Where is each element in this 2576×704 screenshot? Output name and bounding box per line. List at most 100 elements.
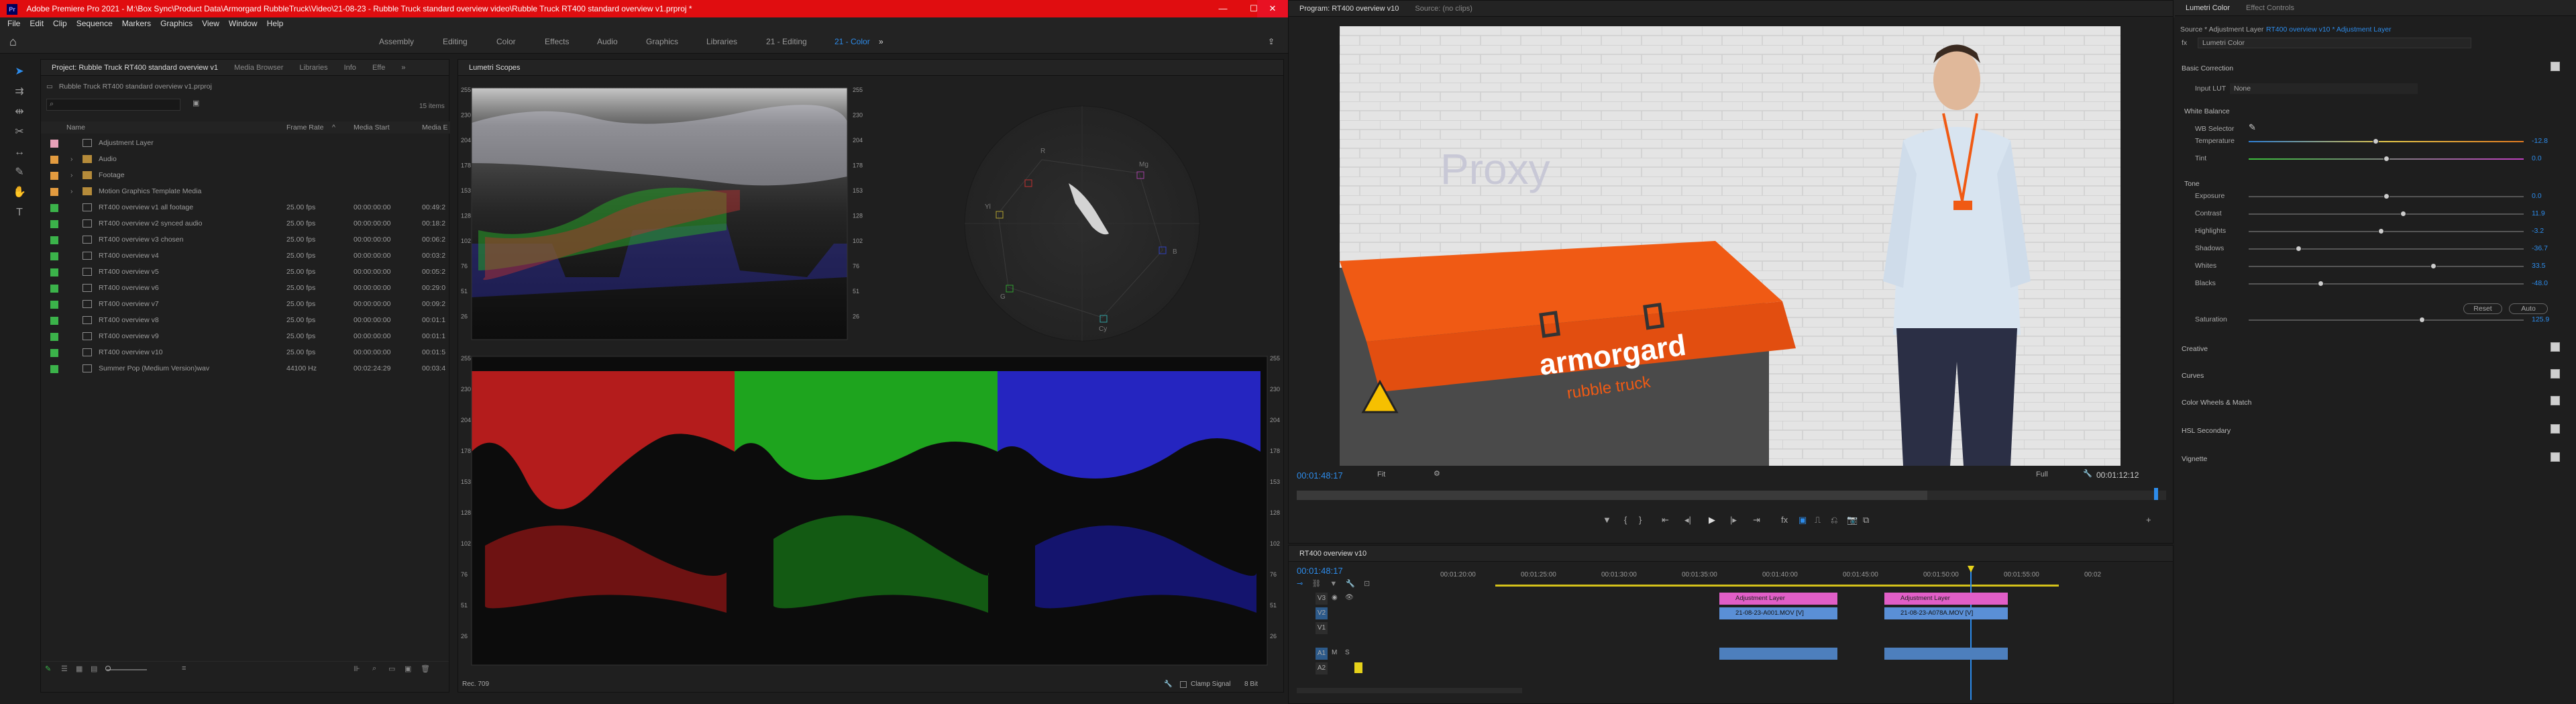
track-a1[interactable]: A1: [1316, 648, 1328, 660]
label-color-chip[interactable]: [50, 236, 58, 244]
settings-icon[interactable]: 🔧: [2083, 469, 2092, 478]
track-a2[interactable]: A2: [1316, 662, 1328, 674]
tabs-overflow[interactable]: »: [393, 60, 413, 75]
sort-icon[interactable]: ≡: [182, 664, 186, 672]
selection-tool-icon[interactable]: ➤: [9, 63, 30, 81]
column-media-end[interactable]: Media E: [422, 121, 448, 134]
tab-effects[interactable]: Effe: [364, 60, 393, 75]
menu-help[interactable]: Help: [262, 17, 288, 30]
minimize-button[interactable]: —: [1208, 0, 1238, 17]
section-vignette[interactable]: Vignette: [2182, 455, 2207, 463]
color-wheels-checkbox[interactable]: [2551, 396, 2560, 405]
linked-selection-icon[interactable]: ⛓: [1311, 580, 1321, 588]
project-search-input[interactable]: ⌕: [46, 99, 180, 111]
slider-value[interactable]: -12.8: [2532, 137, 2548, 145]
section-hsl-secondary[interactable]: HSL Secondary: [2182, 427, 2231, 435]
track-v3[interactable]: V3: [1316, 593, 1328, 605]
project-list-item[interactable]: RT400 overview v5 25.00 fps 00:00:00:00 00:…: [41, 264, 450, 280]
slider-track[interactable]: [2249, 228, 2524, 234]
slider-value[interactable]: -3.2: [2532, 227, 2544, 235]
tab-project[interactable]: Project: Rubble Truck RT400 standard ove…: [44, 60, 226, 75]
auto-button[interactable]: Auto: [2509, 303, 2548, 314]
toggle-output-icon[interactable]: ◉: [1332, 594, 1338, 601]
slider-track[interactable]: [2249, 156, 2524, 162]
creative-checkbox[interactable]: [2551, 342, 2560, 352]
workspace-21-editing[interactable]: 21 - Editing: [766, 37, 807, 46]
slider-value[interactable]: 0.0: [2532, 192, 2542, 200]
audio-clip-1[interactable]: [1719, 648, 1837, 660]
find-icon[interactable]: ⌕: [372, 664, 376, 673]
zoom-slider[interactable]: [107, 669, 147, 670]
list-view-icon[interactable]: ☰: [61, 664, 68, 673]
label-color-chip[interactable]: [50, 220, 58, 228]
trash-icon[interactable]: 🗑: [421, 664, 430, 673]
ripple-edit-tool-icon[interactable]: ⇹: [9, 103, 30, 121]
wrench-icon[interactable]: 🔧: [1164, 677, 1172, 692]
project-list-item[interactable]: RT400 overview v8 25.00 fps 00:00:00:00 00:…: [41, 312, 450, 328]
workspace-libraries[interactable]: Libraries: [706, 37, 737, 46]
slider-track[interactable]: [2249, 138, 2524, 144]
hsl-secondary-checkbox[interactable]: [2551, 424, 2560, 434]
timeline-settings-icon[interactable]: 🔧: [1346, 580, 1355, 588]
project-list-item[interactable]: › Audio: [41, 151, 450, 167]
expand-chevron-icon[interactable]: ›: [70, 151, 73, 167]
project-list-item[interactable]: Summer Pop (Medium Version)wav 44100 Hz 00…: [41, 360, 450, 376]
section-tone[interactable]: Tone: [2184, 180, 2200, 188]
play-icon[interactable]: ▶: [1709, 515, 1715, 525]
project-list-item[interactable]: RT400 overview v10 25.00 fps 00:00:00:00 00…: [41, 344, 450, 360]
slider-knob[interactable]: [2317, 281, 2324, 287]
slip-tool-icon[interactable]: ↔: [9, 144, 30, 161]
zoom-slider-knob[interactable]: [105, 666, 111, 671]
slider-track[interactable]: [2249, 246, 2524, 252]
target-clip-select[interactable]: RT400 overview v10 * Adjustment Layer: [2266, 26, 2392, 34]
section-white-balance[interactable]: White Balance: [2184, 107, 2230, 115]
menu-graphics[interactable]: Graphics: [156, 17, 197, 30]
menu-view[interactable]: View: [197, 17, 224, 30]
mark-in-icon[interactable]: {: [1624, 515, 1627, 525]
fit-select[interactable]: Fit: [1377, 470, 1385, 479]
video-clip-2[interactable]: 21-08-23-A078A.MOV [V]: [1884, 607, 2008, 619]
add-marker-tl-icon[interactable]: ▼: [1330, 580, 1337, 588]
mark-out-icon[interactable]: }: [1639, 515, 1642, 525]
snap-icon[interactable]: ⊸: [1297, 580, 1303, 588]
column-media-start[interactable]: Media Start: [354, 121, 390, 134]
slider-track[interactable]: [2249, 193, 2524, 199]
eyedropper-icon[interactable]: ✎: [2249, 122, 2256, 133]
project-list-item[interactable]: › Footage: [41, 167, 450, 183]
timeline-timecode[interactable]: 00:01:48:17: [1297, 566, 1343, 576]
slider-knob[interactable]: [2383, 193, 2390, 199]
track-select-tool-icon[interactable]: ⇉: [9, 83, 30, 101]
tab-program[interactable]: Program: RT400 overview v10: [1291, 1, 1407, 16]
label-color-chip[interactable]: [50, 156, 58, 164]
project-list-item[interactable]: RT400 overview v2 synced audio 25.00 fps 0…: [41, 215, 450, 232]
slider-knob[interactable]: [2430, 263, 2436, 269]
mute-icon[interactable]: M: [1332, 649, 1337, 656]
expand-chevron-icon[interactable]: ›: [70, 167, 73, 183]
program-playhead[interactable]: [2154, 488, 2158, 500]
icon-view-icon[interactable]: ▦: [76, 664, 83, 673]
track-v2[interactable]: V2: [1316, 607, 1328, 619]
timeline-playhead[interactable]: [1970, 566, 1972, 700]
captions-icon[interactable]: ⊡: [1364, 580, 1370, 588]
slider-track[interactable]: [2249, 317, 2524, 323]
label-color-chip[interactable]: [50, 268, 58, 276]
lift-icon[interactable]: ⎍: [1815, 515, 1821, 525]
tab-sequence[interactable]: RT400 overview v10: [1291, 546, 1375, 561]
slider-value[interactable]: -36.7: [2532, 244, 2548, 252]
input-lut-select[interactable]: None: [2230, 83, 2418, 94]
slider-track[interactable]: [2249, 211, 2524, 217]
tab-info[interactable]: Info: [336, 60, 364, 75]
slider-knob[interactable]: [2400, 211, 2406, 217]
sort-ascending-icon[interactable]: ^: [332, 121, 335, 134]
adjustment-clip-2[interactable]: Adjustment Layer: [1884, 593, 2008, 605]
program-time-ruler[interactable]: [1297, 488, 2166, 500]
add-marker-icon[interactable]: ▼: [1603, 515, 1611, 525]
project-list-item[interactable]: Adjustment Layer: [41, 135, 450, 151]
pen-tool-icon[interactable]: ✎: [9, 164, 30, 181]
label-color-chip[interactable]: [50, 301, 58, 309]
workspace-21-color[interactable]: 21 - Color: [835, 37, 870, 46]
freeform-view-icon[interactable]: ▤: [91, 664, 97, 673]
workspace-effects[interactable]: Effects: [545, 37, 569, 46]
menu-window[interactable]: Window: [224, 17, 262, 30]
go-to-out-icon[interactable]: ⇥: [1753, 515, 1760, 525]
